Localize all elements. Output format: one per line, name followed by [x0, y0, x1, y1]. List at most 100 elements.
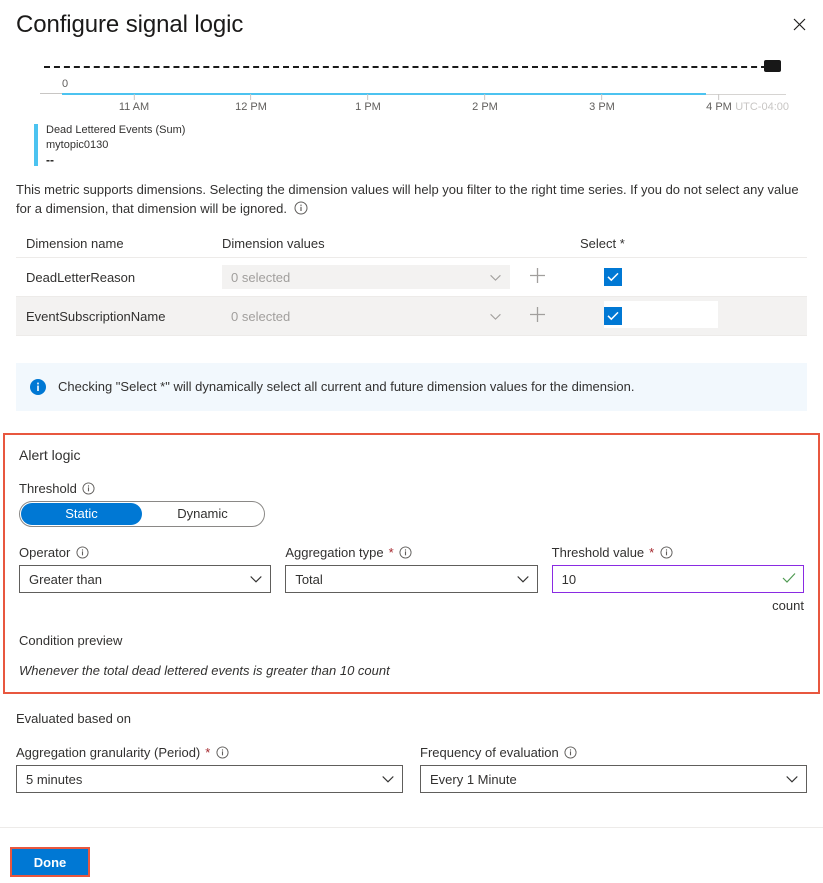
- select-all-cell: [572, 258, 807, 296]
- threshold-value-text: 10: [561, 571, 577, 587]
- done-button-highlight: Done: [10, 847, 90, 877]
- threshold-option-dynamic[interactable]: Dynamic: [142, 503, 263, 525]
- frequency-dropdown[interactable]: Every 1 Minute: [420, 765, 807, 793]
- operator-dropdown[interactable]: Greater than: [19, 565, 272, 593]
- aggregation-type-dropdown[interactable]: Total: [285, 565, 538, 593]
- tick-label: 11 AM: [118, 101, 150, 113]
- frequency-label: Frequency of evaluation: [420, 744, 559, 760]
- tick-label: 1 PM: [355, 101, 381, 113]
- condition-preview-text: Whenever the total dead lettered events …: [19, 663, 390, 678]
- threshold-option-static[interactable]: Static: [21, 503, 142, 525]
- evaluated-based-on-title: Evaluated based on: [16, 711, 131, 726]
- chevron-down-icon: [250, 572, 263, 587]
- dimensions-description-text: This metric supports dimensions. Selecti…: [16, 182, 799, 216]
- tick-label: 4 PM: [706, 101, 732, 113]
- frequency-label-row: Frequency of evaluation: [420, 743, 807, 761]
- alert-logic-title: Alert logic: [19, 447, 81, 463]
- column-header-dimension-values: Dimension values: [222, 236, 325, 251]
- tick-mark: [601, 94, 603, 100]
- x-tick: 3 PM: [589, 94, 615, 113]
- plus-icon: [529, 306, 546, 326]
- blade-header: Configure signal logic: [0, 0, 823, 46]
- done-button[interactable]: Done: [12, 849, 88, 875]
- chevron-down-icon: [490, 309, 501, 324]
- threshold-value-label-row: Threshold value *: [552, 543, 804, 561]
- x-tick: 2 PM: [472, 94, 498, 113]
- info-circle-icon[interactable]: [659, 545, 673, 559]
- info-filled-icon: [30, 379, 46, 395]
- operator-field: Operator Greater than: [19, 543, 272, 613]
- chevron-down-icon: [786, 772, 798, 787]
- operator-value: Greater than: [29, 571, 102, 587]
- tick-mark: [484, 94, 486, 100]
- column-header-select-label: Select: [580, 236, 617, 251]
- add-dimension-value-button[interactable]: [524, 303, 550, 329]
- select-all-checkbox-deadletterreason[interactable]: [604, 268, 622, 286]
- x-tick: 11 AM: [119, 94, 149, 113]
- info-circle-icon[interactable]: [82, 481, 96, 495]
- tick-label: 3 PM: [589, 101, 615, 113]
- frequency-of-evaluation-field: Frequency of evaluation Every 1 Minute: [420, 743, 807, 793]
- tick-mark: [250, 94, 252, 100]
- table-row: EventSubscriptionName 0 selected: [16, 297, 807, 336]
- required-marker: *: [388, 544, 394, 560]
- threshold-line: [44, 66, 777, 68]
- x-axis-ticks: 11 AM 12 PM 1 PM 2 PM 3 PM 4 PM UTC-04:0…: [16, 94, 807, 116]
- x-tick: 1 PM: [355, 94, 381, 113]
- evaluated-based-on-section: Evaluated based on Aggregation granulari…: [16, 711, 807, 793]
- column-header-select: Select *: [572, 236, 807, 251]
- plus-icon: [529, 267, 546, 287]
- required-marker: *: [649, 544, 655, 560]
- dimension-values-cell: 0 selected: [222, 264, 572, 290]
- table-header-row: Dimension name Dimension values Select *: [16, 232, 807, 258]
- required-marker: *: [205, 744, 211, 760]
- dimension-values-dropdown-deadletterreason[interactable]: 0 selected: [222, 265, 510, 289]
- add-dimension-value-button[interactable]: [524, 264, 550, 290]
- info-circle-icon[interactable]: [215, 745, 229, 759]
- required-marker: *: [619, 236, 625, 251]
- aggregation-granularity-value: 5 minutes: [26, 771, 83, 787]
- aggregation-granularity-dropdown[interactable]: 5 minutes: [16, 765, 403, 793]
- info-circle-icon[interactable]: [564, 745, 578, 759]
- tick-mark: [367, 94, 369, 100]
- info-circle-icon[interactable]: [399, 545, 413, 559]
- timezone-label: UTC-04:00: [735, 101, 789, 113]
- condition-preview-label: Condition preview: [19, 633, 123, 648]
- aggregation-type-value: Total: [295, 571, 323, 587]
- threshold-type-toggle[interactable]: Static Dynamic: [19, 501, 265, 527]
- select-all-checkbox-eventsubscriptionname[interactable]: [604, 307, 622, 325]
- dimensions-description: This metric supports dimensions. Selecti…: [16, 180, 807, 218]
- column-header-dimension-name: Dimension name: [26, 236, 124, 251]
- close-button[interactable]: [783, 8, 815, 40]
- table-row: DeadLetterReason 0 selected: [16, 258, 807, 297]
- legend-value: --: [46, 153, 54, 167]
- alert-logic-section: Alert logic Threshold Static Dynamic Ope…: [3, 433, 820, 694]
- threshold-drag-handle[interactable]: [764, 60, 781, 72]
- info-circle-icon[interactable]: [75, 545, 89, 559]
- dimension-values-dropdown-eventsubscriptionname[interactable]: 0 selected: [222, 304, 510, 328]
- legend-series-name: Dead Lettered Events (Sum): [46, 124, 186, 136]
- chevron-down-icon: [382, 772, 394, 787]
- frequency-value: Every 1 Minute: [430, 771, 517, 787]
- legend-resource-name: mytopic0130: [46, 139, 109, 151]
- checkmark-icon: [782, 572, 796, 587]
- info-circle-icon[interactable]: [294, 201, 308, 215]
- dimension-name-cell: DeadLetterReason: [26, 269, 136, 285]
- chevron-down-icon: [490, 270, 501, 285]
- info-banner-text: Checking "Select *" will dynamically sel…: [58, 379, 635, 394]
- alert-logic-fields: Operator Greater than Aggregation type *…: [19, 543, 804, 613]
- dimension-name-cell: EventSubscriptionName: [26, 308, 166, 324]
- tick-label: 2 PM: [472, 101, 498, 113]
- close-icon: [793, 18, 806, 31]
- tick-mark: [718, 94, 720, 100]
- metric-chart: 0 11 AM 12 PM 1 PM 2 PM 3 PM 4 PM UTC-04…: [0, 46, 823, 166]
- tick-label: 12 PM: [235, 101, 267, 113]
- aggregation-granularity-label: Aggregation granularity (Period): [16, 744, 201, 760]
- threshold-value-input[interactable]: 10: [551, 565, 804, 593]
- tick-mark: [133, 94, 135, 100]
- x-tick: 4 PM: [706, 94, 732, 113]
- aggregation-granularity-field: Aggregation granularity (Period) * 5 min…: [16, 743, 403, 793]
- page-title: Configure signal logic: [16, 11, 244, 38]
- chart-legend: Dead Lettered Events (Sum) mytopic0130 -…: [34, 124, 807, 166]
- dimension-values-cell: 0 selected: [222, 303, 572, 329]
